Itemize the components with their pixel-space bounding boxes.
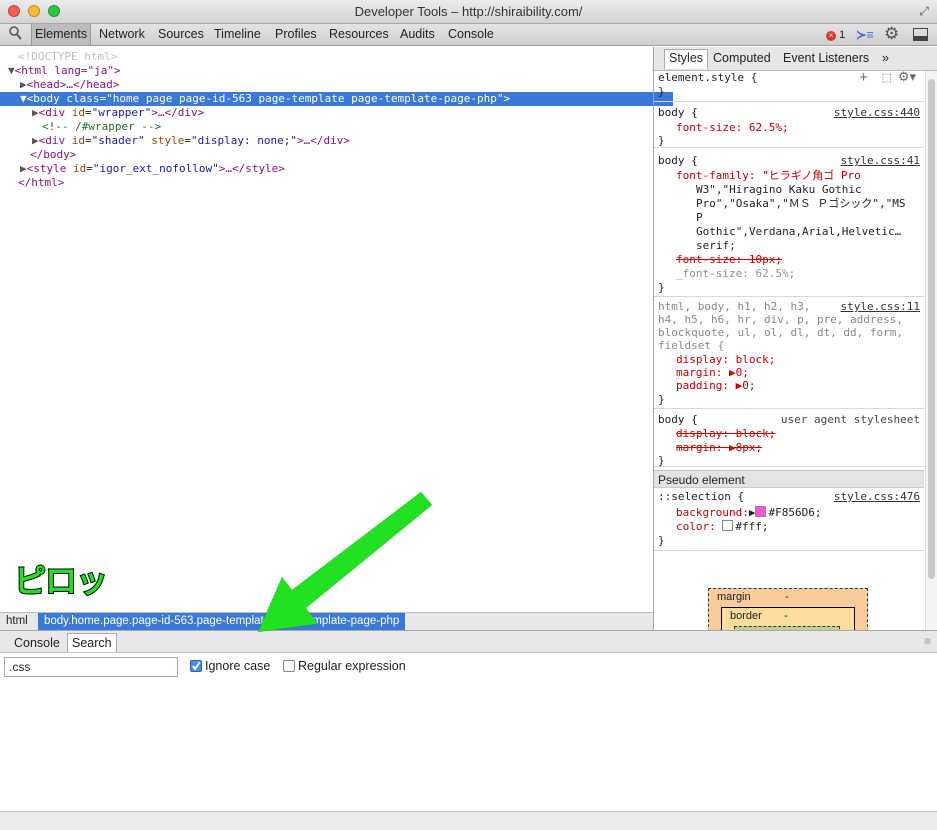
- styles-sidebar: Styles Computed Event Listeners » elemen…: [654, 47, 937, 630]
- tab-event-listeners[interactable]: Event Listeners: [783, 51, 869, 65]
- window-title: Developer Tools – http://shiraibility.co…: [354, 4, 583, 19]
- style-rule-body-41: body { style.css:41 font-family: "ヒラギノ角ゴ…: [654, 151, 924, 297]
- breadcrumb: html body.home.page.page-id-563.page-tem…: [0, 612, 653, 630]
- dom-body-node-selected[interactable]: ▼<body class="home page page-id-563 page…: [0, 92, 673, 106]
- pseudo-element-header: Pseudo element: [654, 470, 924, 488]
- source-link[interactable]: style.css:476: [834, 490, 920, 503]
- add-rule-icon[interactable]: +: [859, 69, 868, 86]
- element-state-icon[interactable]: ⬚: [882, 71, 892, 84]
- user-agent-label: user agent stylesheet: [780, 413, 920, 426]
- dom-doctype[interactable]: <!DOCTYPE html>: [0, 50, 671, 64]
- dom-html-node[interactable]: ▼<html lang="ja">: [0, 64, 661, 78]
- collapsed-triangle-icon[interactable]: ▶: [32, 134, 39, 147]
- dom-tree: <!DOCTYPE html> ▼<html lang="ja"> ▶<head…: [0, 47, 673, 610]
- expanded-triangle-icon[interactable]: ▼: [8, 64, 15, 77]
- drawer-resize-icon[interactable]: ≡: [924, 634, 931, 648]
- tab-sources[interactable]: Sources: [158, 27, 204, 41]
- error-count-badge[interactable]: × 1: [826, 29, 845, 41]
- more-tabs-icon[interactable]: »: [882, 51, 889, 65]
- ignore-case-checkbox[interactable]: [190, 660, 202, 672]
- style-rule-element: element.style { } + ⬚ ⚙▾: [654, 69, 924, 102]
- style-rule-body-440: body { style.css:440 font-size: 62.5%; }: [654, 103, 924, 148]
- rule-selector[interactable]: element.style {: [658, 71, 757, 84]
- gear-icon[interactable]: ⚙: [884, 24, 899, 44]
- dom-div-wrapper[interactable]: ▶<div id="wrapper">…</div>: [0, 106, 685, 120]
- search-drawer: Ignore case Regular expression: [0, 653, 937, 811]
- sidebar-scrollbar[interactable]: [925, 71, 937, 630]
- error-icon: ×: [826, 31, 836, 41]
- tab-resources[interactable]: Resources: [329, 27, 389, 41]
- style-rule-user-agent: body { user agent stylesheet display: bl…: [654, 410, 924, 467]
- dom-style-node[interactable]: ▶<style id="igor_ext_nofollow">…</style>: [0, 162, 673, 176]
- regex-checkbox[interactable]: [283, 660, 295, 672]
- collapsed-triangle-icon[interactable]: ▶: [20, 78, 27, 91]
- dom-head-node[interactable]: ▶<head>…</head>: [0, 78, 673, 92]
- breadcrumb-body[interactable]: body.home.page.page-id-563.page-template…: [38, 613, 406, 630]
- console-drawer-icon[interactable]: ≻≡: [856, 27, 874, 42]
- ignore-case-label[interactable]: Ignore case: [205, 659, 270, 673]
- tab-timeline[interactable]: Timeline: [214, 27, 261, 41]
- search-input[interactable]: [4, 657, 178, 677]
- search-icon[interactable]: [9, 26, 22, 43]
- scrollbar-thumb[interactable]: [928, 79, 935, 579]
- box-model-margin: margin - border -: [708, 588, 868, 630]
- dom-html-close[interactable]: </html>: [0, 176, 671, 190]
- drawer-tabbar: Console Search ≡: [0, 630, 937, 653]
- status-bar: [0, 811, 937, 830]
- tab-audits[interactable]: Audits: [400, 27, 435, 41]
- tab-network[interactable]: Network: [99, 27, 145, 41]
- devtools-toolbar: Elements Network Sources Timeline Profil…: [0, 24, 937, 46]
- source-link[interactable]: style.css:41: [841, 154, 920, 167]
- annotation-text: ピロッ: [13, 561, 109, 601]
- drawer-tab-search[interactable]: Search: [67, 633, 117, 652]
- breadcrumb-html[interactable]: html: [0, 613, 34, 630]
- dom-comment[interactable]: <!-- /#wrapper -->: [0, 120, 695, 134]
- window-titlebar: Developer Tools – http://shiraibility.co…: [0, 0, 937, 24]
- tab-console[interactable]: Console: [448, 27, 494, 41]
- fullscreen-icon[interactable]: ⤢: [919, 4, 929, 19]
- style-rule-reset-11: html, body, h1, h2, h3, style.css:11 h4,…: [654, 296, 924, 409]
- collapsed-triangle-icon[interactable]: ▶: [32, 106, 39, 119]
- tab-styles[interactable]: Styles: [664, 49, 709, 69]
- collapsed-triangle-icon[interactable]: ▶: [20, 162, 27, 175]
- dom-body-close[interactable]: </body>: [0, 148, 683, 162]
- dom-div-shader[interactable]: ▶<div id="shader" style="display: none;"…: [0, 134, 685, 148]
- regex-label[interactable]: Regular expression: [298, 659, 406, 673]
- tab-elements[interactable]: Elements: [31, 24, 92, 45]
- source-link[interactable]: style.css:440: [834, 106, 920, 119]
- box-model-border: border -: [721, 607, 855, 630]
- color-swatch[interactable]: [722, 520, 734, 531]
- drawer-tab-console[interactable]: Console: [14, 634, 60, 652]
- dock-icon[interactable]: [913, 28, 928, 44]
- sidebar-tabs: Styles Computed Event Listeners »: [654, 47, 937, 71]
- style-rule-selection: ::selection { style.css:476 background:▶…: [654, 490, 924, 551]
- source-link[interactable]: style.css:11: [841, 300, 920, 313]
- color-swatch[interactable]: [755, 506, 767, 517]
- expanded-triangle-icon[interactable]: ▼: [20, 92, 27, 105]
- tab-profiles[interactable]: Profiles: [275, 27, 317, 41]
- style-gear-icon[interactable]: ⚙▾: [898, 69, 916, 85]
- tab-computed[interactable]: Computed: [713, 51, 771, 65]
- error-count: 1: [839, 29, 846, 41]
